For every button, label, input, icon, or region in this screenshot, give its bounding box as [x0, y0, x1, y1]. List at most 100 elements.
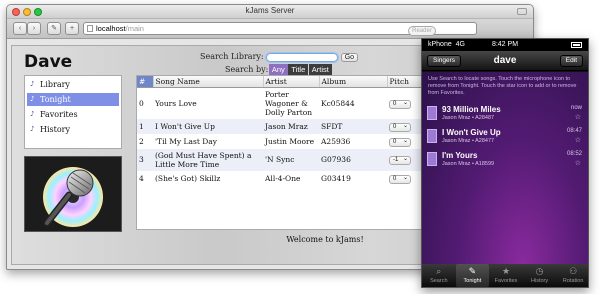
tab-label: Search [430, 278, 448, 284]
browser-toolbar: ‹ › ✎ + localhost/main Reader [7, 19, 533, 39]
sidebar-item-label: Library [40, 80, 70, 89]
microphone-icon[interactable] [427, 129, 437, 143]
song-name: I Won't Give Up [153, 118, 263, 134]
pitch-select[interactable]: 0 [389, 99, 411, 109]
song-artist: Porter Wagoner & Dolly Parton [265, 89, 313, 117]
music-note-icon: ♪ [30, 95, 35, 103]
song-artist: Justin Moore [265, 136, 315, 146]
title-bar: kJams Server [7, 5, 533, 19]
sidebar: ♪ Library ♪ Tonight ♪ Favorites ♪ History [24, 75, 122, 149]
tab-history[interactable]: ◷ History [523, 264, 557, 287]
usage-hint: Use Search to locate songs. Touch the mi… [428, 76, 577, 96]
add-bookmark-button[interactable]: + [65, 22, 79, 35]
sidebar-item-label: Tonight [40, 95, 71, 104]
song-time: 08:52 [566, 151, 582, 157]
song-time: now [570, 105, 582, 111]
song-number: 1 [137, 118, 153, 134]
phone-tab-bar: ⌕ Search ✎ Tonight ★ Favorites ◷ History ⚇ Ro… [422, 264, 588, 287]
microphone-icon: ✎ [468, 266, 477, 276]
song-name: (She's Got) Skillz [155, 173, 221, 183]
song-artist: 'N Sync [263, 148, 319, 171]
sidebar-item-library[interactable]: ♪ Library [27, 78, 119, 91]
song-subtitle: Jason Mraz • A18599 [442, 161, 495, 167]
tonight-list: Use Search to locate songs. Touch the mi… [422, 72, 588, 266]
column-header-song[interactable]: Song Name [153, 76, 264, 88]
sidebar-item-history[interactable]: ♪ History [27, 123, 119, 136]
tab-label: History [531, 278, 549, 284]
tab-tonight[interactable]: ✎ Tonight [455, 264, 490, 287]
edit-icon[interactable]: ✎ [47, 22, 61, 35]
edit-button[interactable]: Edit [559, 55, 583, 67]
song-name: (God Must Have Spent) a Little More Time [153, 148, 263, 171]
search-by-label: Search by: [225, 65, 269, 74]
sidebar-item-label: History [40, 125, 71, 134]
pitch-select[interactable]: -1 [389, 156, 411, 165]
search-by-any[interactable]: Any [268, 64, 288, 75]
address-bar[interactable]: localhost/main Reader [83, 22, 477, 36]
song-title: 93 Million Miles [442, 105, 501, 114]
song-title: I'm Yours [442, 151, 478, 160]
music-note-icon: ♪ [30, 110, 35, 118]
star-icon[interactable]: ☆ [575, 113, 581, 121]
song-number: 0 [139, 98, 144, 108]
clock-icon: ◷ [535, 266, 544, 276]
people-icon: ⚇ [569, 266, 578, 276]
star-icon: ★ [501, 266, 511, 276]
status-time: 8:42 PM [491, 41, 519, 48]
tab-favorites[interactable]: ★ Favorites [489, 264, 523, 287]
iphone-device: kPhone 4G 8:42 PM Singers dave Edit Use … [421, 38, 589, 288]
list-item[interactable]: 93 Million Miles Jason Mraz • A28487 now… [422, 103, 588, 124]
song-album: A25936 [321, 136, 351, 146]
column-header-album[interactable]: Album [319, 76, 388, 88]
search-by-artist[interactable]: Artist [308, 64, 332, 75]
pitch-select[interactable]: 0 [389, 122, 411, 132]
tab-label: Tonight [463, 278, 482, 284]
url-path: /main [125, 24, 144, 33]
star-icon[interactable]: ☆ [575, 136, 581, 144]
song-artist: All-4-One [265, 173, 301, 183]
song-name: 'Til My Last Day [155, 136, 217, 146]
star-icon[interactable]: ☆ [575, 159, 581, 167]
search-icon: ⌕ [436, 266, 442, 276]
back-button[interactable]: ‹ [13, 22, 27, 35]
microphone-icon[interactable] [427, 152, 437, 166]
music-note-icon: ♪ [30, 80, 35, 88]
column-header-number[interactable]: # [137, 76, 154, 88]
sidebar-item-tonight[interactable]: ♪ Tonight [27, 93, 119, 106]
search-by-title[interactable]: Title [288, 64, 309, 75]
window-title: kJams Server [245, 6, 295, 15]
song-number: 3 [137, 148, 153, 171]
fullscreen-button[interactable] [517, 8, 527, 15]
tab-search[interactable]: ⌕ Search [422, 264, 456, 287]
tab-label: Rotation [562, 278, 584, 284]
pitch-select[interactable]: 0 [389, 137, 411, 147]
sidebar-item-label: Favorites [40, 110, 78, 119]
song-time: 08:47 [566, 128, 582, 134]
column-header-artist[interactable]: Artist [263, 76, 320, 88]
search-input[interactable] [265, 51, 340, 63]
phone-nav-bar: Singers dave Edit [422, 51, 588, 71]
list-item[interactable]: I Won't Give Up Jason Mraz • A28477 08:4… [422, 126, 588, 147]
pitch-select[interactable]: 0 [389, 174, 411, 184]
reader-button[interactable]: Reader [408, 26, 436, 36]
go-button[interactable]: Go [340, 52, 359, 62]
microphone-icon[interactable] [427, 106, 437, 120]
search-form: Search Library: Go [200, 51, 359, 63]
url-host: localhost [96, 24, 126, 33]
tab-label: Favorites [494, 278, 518, 284]
page-title: Dave [24, 52, 73, 72]
sidebar-item-favorites[interactable]: ♪ Favorites [27, 108, 119, 121]
song-subtitle: Jason Mraz • A28477 [442, 138, 495, 144]
kjams-logo-artwork [24, 156, 122, 232]
song-number: 2 [139, 136, 144, 146]
list-item[interactable]: I'm Yours Jason Mraz • A18599 08:52 ☆ [422, 149, 588, 170]
forward-button[interactable]: › [27, 22, 41, 35]
status-bar: kPhone 4G 8:42 PM [422, 39, 588, 51]
song-album: SFDT [319, 118, 387, 134]
song-title: I Won't Give Up [442, 128, 501, 137]
song-album: G07936 [319, 148, 387, 171]
tab-rotation[interactable]: ⚇ Rotation [556, 264, 588, 287]
song-number: 4 [139, 173, 144, 183]
search-by: Search by: Any Title Artist [225, 64, 332, 75]
song-artist: Jason Mraz [263, 118, 319, 134]
